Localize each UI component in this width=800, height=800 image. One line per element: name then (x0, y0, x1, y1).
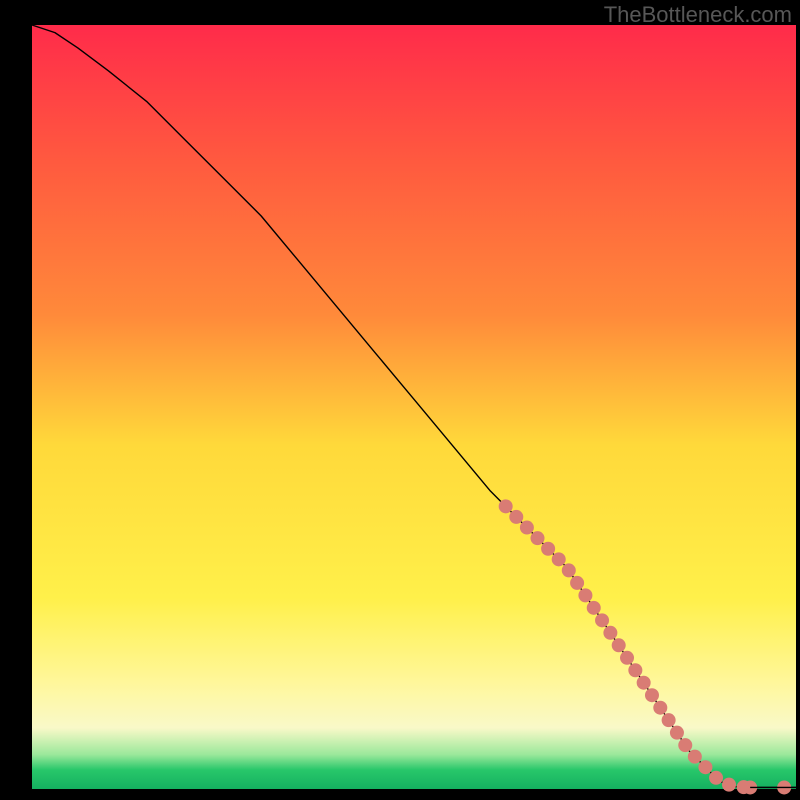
chart-dash-dot (620, 651, 634, 665)
chart-dash-dot (653, 701, 667, 715)
chart-dash-dot (628, 663, 642, 677)
chart-dash-dot (698, 760, 712, 774)
chart-plot-bg (32, 25, 796, 789)
chart-dash-dot (587, 601, 601, 615)
chart-svg (0, 0, 800, 800)
chart-dash-dot (637, 676, 651, 690)
chart-dash-dot (552, 552, 566, 566)
chart-dash-dot (678, 738, 692, 752)
chart-dash-dot (562, 563, 576, 577)
chart-dash-dot (509, 510, 523, 524)
chart-dash-dot (499, 499, 513, 513)
chart-dash-dot (595, 613, 609, 627)
chart-dash-dot (570, 576, 584, 590)
chart-dash-dot (709, 771, 723, 785)
chart-stage: TheBottleneck.com (0, 0, 800, 800)
chart-dash-dot (520, 521, 534, 535)
watermark-text: TheBottleneck.com (604, 2, 792, 28)
chart-dash-dot (603, 626, 617, 640)
chart-dash-dot (612, 638, 626, 652)
chart-dash-dot (688, 750, 702, 764)
chart-dash-dot (531, 531, 545, 545)
chart-dash-dot (670, 726, 684, 740)
chart-dash-dot (578, 588, 592, 602)
chart-dash-dot (722, 778, 736, 792)
chart-dash-dot (541, 542, 555, 556)
chart-dash-dot (662, 713, 676, 727)
chart-dash-dot (645, 688, 659, 702)
